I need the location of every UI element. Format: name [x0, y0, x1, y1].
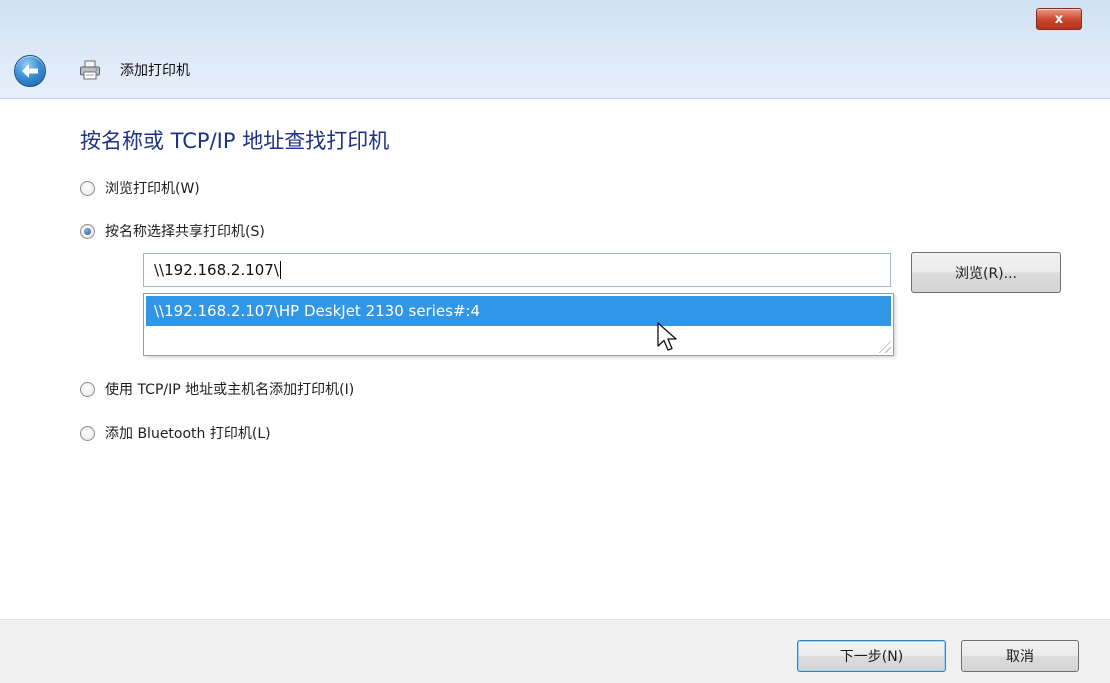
option-bluetooth-printer-label: 添加 Bluetooth 打印机(L)	[105, 426, 271, 442]
option-browse-printers[interactable]: 浏览打印机(W)	[80, 178, 200, 198]
footer-bar: 下一步(N) 取消	[0, 619, 1110, 683]
option-select-shared-printer-label: 按名称选择共享打印机(S)	[105, 224, 265, 240]
text-caret	[279, 261, 281, 279]
title-bar: x 添加打印机	[0, 0, 1110, 99]
back-button[interactable]	[14, 55, 46, 87]
option-bluetooth-printer[interactable]: 添加 Bluetooth 打印机(L)	[80, 423, 271, 443]
cancel-button[interactable]: 取消	[961, 640, 1079, 672]
radio-browse-printers[interactable]	[80, 180, 95, 196]
add-printer-window: x 添加打印机 按名称或 TCP/IP 地址查找打印机 浏览打印机(W) 按名称…	[0, 0, 1110, 683]
autocomplete-item[interactable]: \\192.168.2.107\HP DeskJet 2130 series#:…	[146, 296, 891, 326]
main-content: 按名称或 TCP/IP 地址查找打印机 浏览打印机(W) 按名称选择共享打印机(…	[0, 99, 1110, 619]
page-heading: 按名称或 TCP/IP 地址查找打印机	[80, 129, 390, 153]
option-tcpip-address-label: 使用 TCP/IP 地址或主机名添加打印机(I)	[105, 382, 355, 398]
option-browse-printers-label: 浏览打印机(W)	[105, 181, 200, 197]
option-select-shared-printer[interactable]: 按名称选择共享打印机(S)	[80, 221, 265, 241]
browse-button[interactable]: 浏览(R)...	[911, 252, 1061, 293]
resize-grip-icon[interactable]	[877, 339, 891, 353]
back-arrow-icon	[22, 64, 38, 78]
shared-printer-name-input[interactable]: \\192.168.2.107\	[143, 253, 891, 287]
mouse-cursor-icon	[657, 322, 677, 351]
radio-bluetooth-printer[interactable]	[80, 425, 95, 441]
option-tcpip-address[interactable]: 使用 TCP/IP 地址或主机名添加打印机(I)	[80, 379, 354, 399]
autocomplete-dropdown: \\192.168.2.107\HP DeskJet 2130 series#:…	[143, 293, 894, 356]
close-button[interactable]: x	[1036, 8, 1082, 30]
radio-tcpip-address[interactable]	[80, 381, 95, 397]
radio-select-shared-printer[interactable]	[80, 223, 95, 239]
shared-printer-name-value: \\192.168.2.107\	[154, 261, 279, 279]
window-title: 添加打印机	[120, 63, 190, 79]
close-icon: x	[1054, 11, 1064, 27]
next-button[interactable]: 下一步(N)	[797, 640, 946, 672]
printer-icon	[80, 60, 100, 80]
